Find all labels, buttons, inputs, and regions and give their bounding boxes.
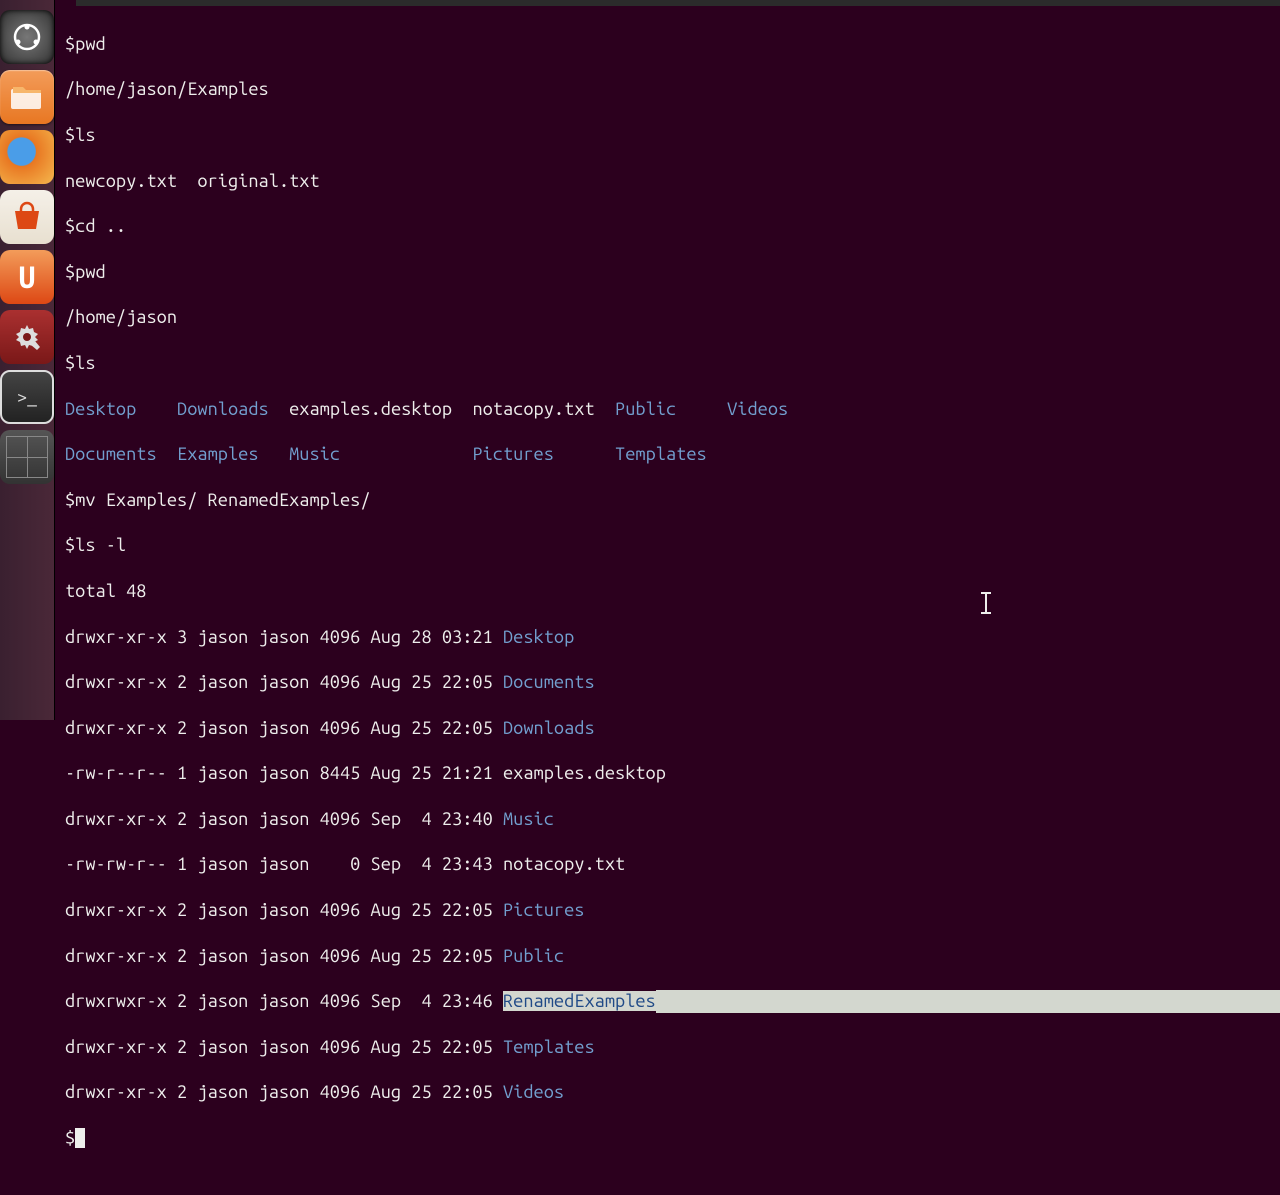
terminal-glyph: >_ xyxy=(17,387,37,407)
terminal-line: /home/jason xyxy=(65,306,1280,329)
dash-icon[interactable] xyxy=(0,10,54,64)
file-entry: examples.desktop xyxy=(289,399,452,419)
dir-entry: Public xyxy=(503,946,564,966)
file-entry: notacopy.txt xyxy=(503,854,625,874)
ubuntu-one-label: U xyxy=(19,260,36,294)
file-entry: notacopy.txt xyxy=(472,399,594,419)
dir-entry: Downloads xyxy=(177,399,269,419)
terminal-line: $ls xyxy=(65,124,1280,147)
terminal-line: $cd .. xyxy=(65,215,1280,238)
dir-entry: Videos xyxy=(727,399,788,419)
dir-entry: Templates xyxy=(503,1037,595,1057)
terminal-line: $ls xyxy=(65,352,1280,375)
dir-entry: Desktop xyxy=(503,627,574,647)
selection-rest xyxy=(656,990,1280,1013)
dir-entry: Downloads xyxy=(503,718,595,738)
dir-entry: Pictures xyxy=(472,444,553,464)
file-entry: examples.desktop xyxy=(503,763,666,783)
terminal-line: drwxr-xr-x 2 jason jason 4096 Aug 25 22:… xyxy=(65,1081,1280,1104)
dir-entry: Documents xyxy=(65,444,157,464)
dir-entry: Desktop xyxy=(65,399,136,419)
terminal-line: -rw-r--r-- 1 jason jason 8445 Aug 25 21:… xyxy=(65,762,1280,785)
software-center-icon[interactable] xyxy=(0,190,54,244)
dir-entry: Videos xyxy=(503,1082,564,1102)
terminal-line: drwxr-xr-x 2 jason jason 4096 Aug 25 22:… xyxy=(65,671,1280,694)
terminal-line: $ xyxy=(65,1127,1280,1150)
unity-launcher: U >_ xyxy=(0,0,55,720)
dir-entry: Examples xyxy=(177,444,258,464)
dir-entry: Music xyxy=(289,444,340,464)
files-icon[interactable] xyxy=(0,70,54,124)
prompt: $ xyxy=(65,1128,75,1148)
workspace-switcher-icon[interactable] xyxy=(0,430,54,484)
dir-entry: Public xyxy=(615,399,676,419)
terminal-line: total 48 xyxy=(65,580,1280,603)
terminal-line: drwxr-xr-x 2 jason jason 4096 Aug 25 22:… xyxy=(65,717,1280,740)
terminal-line: $ls -l xyxy=(65,534,1280,557)
cursor-block xyxy=(75,1128,85,1148)
terminal-line: drwxr-xr-x 2 jason jason 4096 Aug 25 22:… xyxy=(65,899,1280,922)
terminal-line: $pwd xyxy=(65,33,1280,56)
ubuntu-one-icon[interactable]: U xyxy=(0,250,54,304)
terminal-line: drwxr-xr-x 2 jason jason 4096 Aug 25 22:… xyxy=(65,1036,1280,1059)
dir-entry: Music xyxy=(503,809,554,829)
terminal-line: drwxr-xr-x 2 jason jason 4096 Aug 25 22:… xyxy=(65,945,1280,968)
dir-entry: Templates xyxy=(615,444,707,464)
terminal-line: /home/jason/Examples xyxy=(65,78,1280,101)
terminal-line: -rw-rw-r-- 1 jason jason 0 Sep 4 23:43 n… xyxy=(65,853,1280,876)
terminal-icon[interactable]: >_ xyxy=(0,370,54,424)
system-settings-icon[interactable] xyxy=(0,310,54,364)
dir-entry: Documents xyxy=(503,672,595,692)
terminal-line: Documents Examples Music Pictures Templa… xyxy=(65,443,1280,466)
dir-entry: Pictures xyxy=(503,900,584,920)
terminal-line: $pwd xyxy=(65,261,1280,284)
terminal-line: Desktop Downloads examples.desktop notac… xyxy=(65,398,1280,421)
terminal-line: drwxr-xr-x 3 jason jason 4096 Aug 28 03:… xyxy=(65,626,1280,649)
text-cursor-ibeam xyxy=(985,592,987,614)
terminal-line: $mv Examples/ RenamedExamples/ xyxy=(65,489,1280,512)
terminal-line: drwxr-xr-x 2 jason jason 4096 Sep 4 23:4… xyxy=(65,808,1280,831)
firefox-icon[interactable] xyxy=(0,130,54,184)
terminal-window[interactable]: $pwd /home/jason/Examples $ls newcopy.tx… xyxy=(55,0,1280,720)
terminal-line: newcopy.txt original.txt xyxy=(65,170,1280,193)
dir-entry-highlighted: RenamedExamples xyxy=(503,991,656,1011)
terminal-line: drwxrwxr-x 2 jason jason 4096 Sep 4 23:4… xyxy=(65,990,1280,1013)
